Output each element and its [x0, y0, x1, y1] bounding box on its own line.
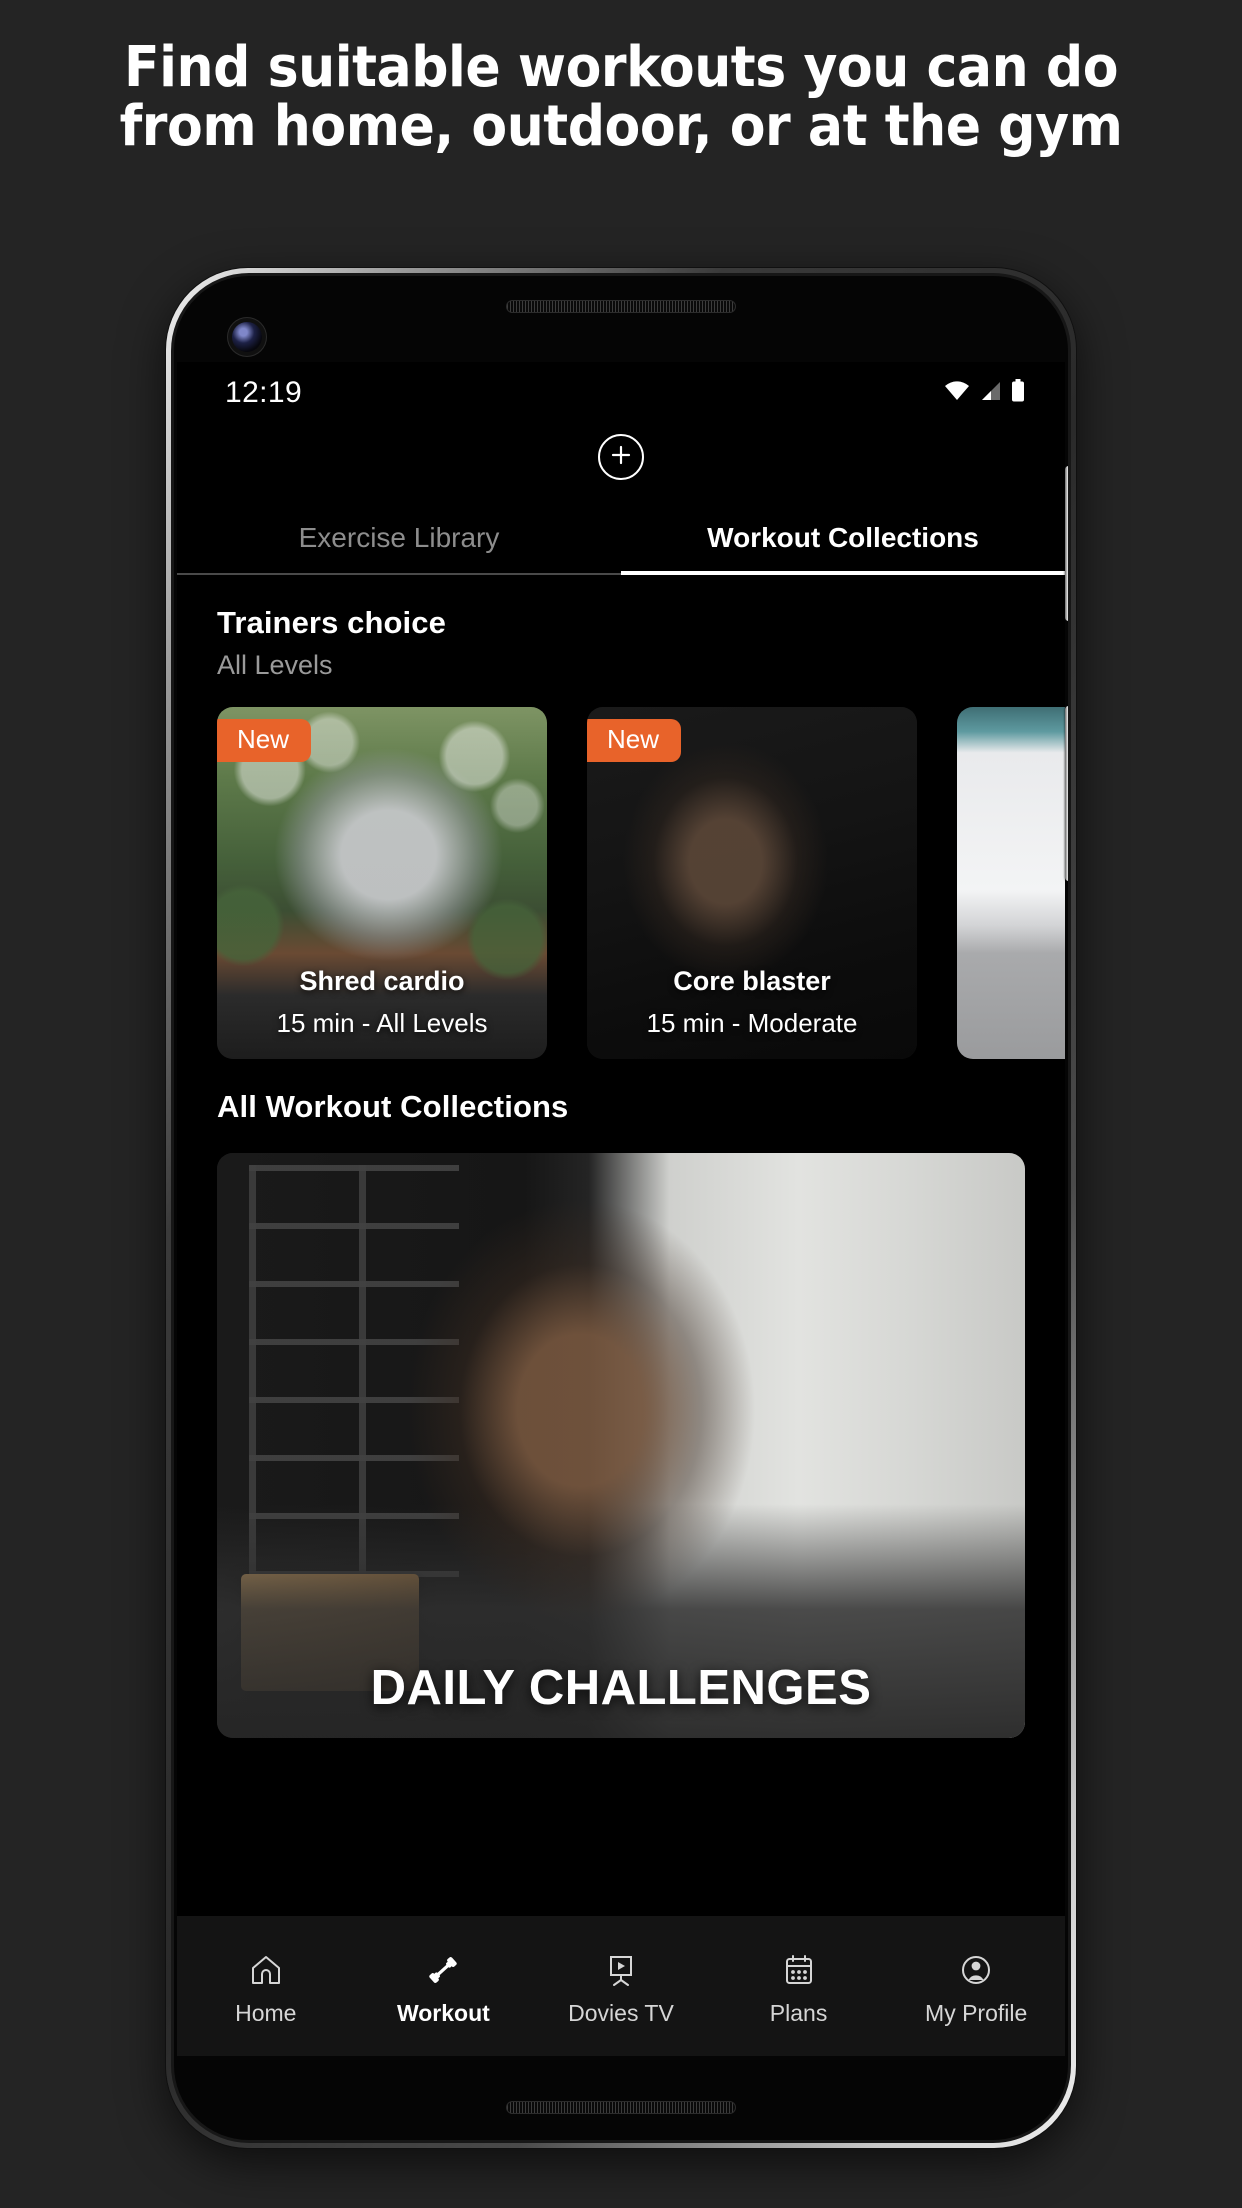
workout-card-core-blaster[interactable]: New Core blaster 15 min - Moderate	[587, 707, 917, 1059]
workout-card-name: Core blaster	[673, 966, 831, 996]
volume-button[interactable]	[1065, 466, 1068, 621]
phone-bezel: 12:19 Exercise Library Workout Collectio…	[171, 273, 1071, 2143]
workout-card-meta: Shred cardio 15 min - All Levels	[217, 966, 547, 1039]
phone-screen: 12:19 Exercise Library Workout Collectio…	[177, 362, 1065, 2056]
workout-card-image	[957, 707, 1065, 1059]
calendar-icon	[781, 1952, 817, 1988]
status-bar-time: 12:19	[225, 376, 303, 409]
tab-exercise-library[interactable]: Exercise Library	[177, 522, 621, 575]
trainers-choice-subtitle: All Levels	[217, 650, 333, 680]
trainers-choice-title: Trainers choice	[217, 605, 446, 640]
app-header: Exercise Library Workout Collections	[177, 424, 1065, 575]
all-collections-title: All Workout Collections	[217, 1089, 569, 1124]
workout-card-shred-cardio[interactable]: New Shred cardio 15 min - All Levels	[217, 707, 547, 1059]
nav-item-workout[interactable]: Workout	[355, 1952, 533, 2027]
workout-card-duration: 15 min - Moderate	[646, 1008, 858, 1038]
person-icon	[958, 1952, 994, 1988]
bottom-speaker-grille	[506, 2101, 736, 2114]
nav-item-dovies-tv[interactable]: Dovies TV	[532, 1952, 710, 2027]
collection-card-image	[217, 1153, 1025, 1738]
new-badge: New	[217, 719, 312, 762]
phone-frame: 12:19 Exercise Library Workout Collectio…	[166, 268, 1076, 2148]
cellular-signal-icon	[979, 381, 1002, 406]
workout-card-partial[interactable]	[957, 707, 1065, 1059]
new-badge: New	[587, 719, 682, 762]
power-button[interactable]	[1065, 706, 1068, 881]
tab-bar: Exercise Library Workout Collections	[177, 522, 1065, 575]
collection-card-daily-challenges[interactable]: DAILY CHALLENGES	[217, 1153, 1025, 1738]
nav-item-label: Home	[235, 1999, 297, 2026]
promo-headline-line-2: from home, outdoor, or at the gym	[119, 94, 1123, 160]
collection-card-title: DAILY CHALLENGES	[370, 1661, 872, 1715]
earpiece-speaker-grille	[506, 300, 736, 313]
bottom-navigation-bar: Home Workout Dovies TV Plans My Profile	[177, 1916, 1065, 2056]
nav-item-my-profile[interactable]: My Profile	[887, 1952, 1065, 2027]
wifi-icon	[944, 380, 970, 406]
battery-icon	[1011, 379, 1025, 407]
nav-item-label: Plans	[769, 1999, 828, 2026]
promo-headline-line-1: Find suitable workouts you can do	[123, 35, 1119, 100]
tv-play-icon	[603, 1952, 639, 1988]
nav-item-home[interactable]: Home	[177, 1952, 355, 2027]
nav-item-plans[interactable]: Plans	[710, 1952, 888, 2027]
workout-card-name: Shred cardio	[299, 966, 465, 996]
status-bar-icons	[944, 379, 1025, 407]
status-bar: 12:19	[177, 362, 1065, 424]
workout-card-duration: 15 min - All Levels	[276, 1008, 488, 1038]
dumbbell-icon	[425, 1952, 461, 1988]
home-icon	[248, 1952, 284, 1988]
workout-card-meta: Core blaster 15 min - Moderate	[587, 966, 917, 1039]
plus-icon	[610, 444, 632, 471]
trainers-choice-rail[interactable]: New Shred cardio 15 min - All Levels New…	[177, 681, 1065, 1059]
add-button-row	[177, 434, 1065, 480]
front-camera-icon	[232, 322, 262, 352]
nav-item-label: My Profile	[925, 1999, 1028, 2026]
add-workout-button[interactable]	[598, 434, 644, 480]
tab-workout-collections[interactable]: Workout Collections	[621, 522, 1065, 575]
nav-item-label: Workout	[396, 1999, 490, 2026]
nav-item-label: Dovies TV	[568, 1999, 674, 2026]
phone-mockup: 12:19 Exercise Library Workout Collectio…	[166, 268, 1076, 2148]
main-content[interactable]: Trainers choice All Levels New Shred car…	[177, 575, 1065, 1916]
promo-headline: Find suitable workouts you can do from h…	[0, 0, 1242, 157]
